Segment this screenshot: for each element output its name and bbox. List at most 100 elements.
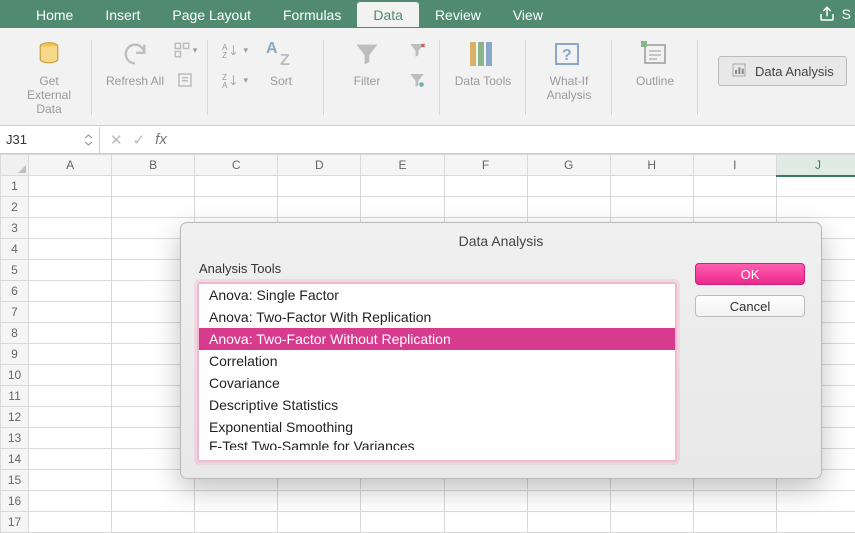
cell[interactable]: [29, 407, 112, 428]
data-tools-button[interactable]: Data Tools: [450, 34, 516, 102]
col-header-H[interactable]: H: [610, 155, 693, 176]
cell[interactable]: [610, 176, 693, 197]
properties-button[interactable]: [172, 68, 198, 92]
row-header[interactable]: 16: [1, 491, 29, 512]
cell[interactable]: [29, 260, 112, 281]
what-if-analysis-button[interactable]: ? What-If Analysis: [536, 34, 602, 102]
row-header[interactable]: 10: [1, 365, 29, 386]
get-external-data-button[interactable]: Get External Data: [16, 34, 82, 116]
analysis-tool-item[interactable]: Covariance: [199, 372, 675, 394]
row-header[interactable]: 3: [1, 218, 29, 239]
share-icon[interactable]: [818, 5, 836, 23]
advanced-filter-button[interactable]: [404, 68, 430, 92]
cell[interactable]: [29, 386, 112, 407]
cell[interactable]: [29, 302, 112, 323]
formula-input[interactable]: [177, 128, 855, 152]
cell[interactable]: [444, 512, 527, 533]
analysis-tool-item[interactable]: Anova: Single Factor: [199, 284, 675, 306]
sort-asc-button[interactable]: AZ▾: [222, 38, 248, 62]
analysis-tools-list[interactable]: Anova: Single Factor Anova: Two-Factor Wi…: [197, 282, 677, 462]
fx-icon[interactable]: fx: [155, 131, 167, 148]
analysis-tool-item[interactable]: Correlation: [199, 350, 675, 372]
cell[interactable]: [361, 512, 444, 533]
name-box[interactable]: J31: [0, 127, 100, 153]
tab-page-layout[interactable]: Page Layout: [156, 2, 267, 27]
row-header[interactable]: 15: [1, 470, 29, 491]
row-header[interactable]: 1: [1, 176, 29, 197]
cell[interactable]: [444, 491, 527, 512]
cell[interactable]: [527, 176, 610, 197]
tab-home[interactable]: Home: [20, 2, 89, 27]
col-header-B[interactable]: B: [112, 155, 195, 176]
accept-formula-icon[interactable]: ✓: [133, 131, 146, 149]
tab-formulas[interactable]: Formulas: [267, 2, 357, 27]
cell[interactable]: [527, 512, 610, 533]
name-box-stepper-icon[interactable]: [84, 133, 93, 147]
cell[interactable]: [361, 491, 444, 512]
analysis-tool-item[interactable]: Anova: Two-Factor Without Replication: [199, 328, 675, 350]
cell[interactable]: [693, 197, 776, 218]
sort-button[interactable]: AZ Sort: [248, 34, 314, 102]
cell[interactable]: [29, 281, 112, 302]
row-header[interactable]: 17: [1, 512, 29, 533]
cell[interactable]: [29, 470, 112, 491]
cell[interactable]: [112, 491, 195, 512]
outline-button[interactable]: Outline: [622, 34, 688, 102]
connections-button[interactable]: ▾: [172, 38, 198, 62]
cell[interactable]: [29, 428, 112, 449]
filter-button[interactable]: Filter: [334, 34, 400, 102]
cell[interactable]: [195, 197, 278, 218]
cell[interactable]: [195, 491, 278, 512]
col-header-J[interactable]: J: [776, 155, 855, 176]
cell[interactable]: [361, 197, 444, 218]
cell[interactable]: [112, 176, 195, 197]
cell[interactable]: [527, 491, 610, 512]
analysis-tool-item[interactable]: Exponential Smoothing: [199, 416, 675, 438]
cell[interactable]: [610, 491, 693, 512]
cell[interactable]: [29, 365, 112, 386]
refresh-all-button[interactable]: Refresh All: [102, 34, 168, 102]
ok-button[interactable]: OK: [695, 263, 805, 285]
cell[interactable]: [527, 197, 610, 218]
col-header-F[interactable]: F: [444, 155, 527, 176]
row-header[interactable]: 6: [1, 281, 29, 302]
cell[interactable]: [29, 323, 112, 344]
cell[interactable]: [776, 176, 855, 197]
cell[interactable]: [776, 197, 855, 218]
cell[interactable]: [29, 344, 112, 365]
cell[interactable]: [278, 491, 361, 512]
row-header[interactable]: 12: [1, 407, 29, 428]
cancel-formula-icon[interactable]: ✕: [110, 131, 123, 149]
cell[interactable]: [693, 491, 776, 512]
col-header-A[interactable]: A: [29, 155, 112, 176]
cell[interactable]: [693, 176, 776, 197]
cell[interactable]: [610, 197, 693, 218]
col-header-E[interactable]: E: [361, 155, 444, 176]
cell[interactable]: [776, 512, 855, 533]
cell[interactable]: [112, 197, 195, 218]
col-header-G[interactable]: G: [527, 155, 610, 176]
analysis-tool-item[interactable]: Descriptive Statistics: [199, 394, 675, 416]
cell[interactable]: [278, 176, 361, 197]
cell[interactable]: [444, 197, 527, 218]
row-header[interactable]: 14: [1, 449, 29, 470]
col-header-C[interactable]: C: [195, 155, 278, 176]
data-analysis-ribbon-button[interactable]: Data Analysis: [718, 56, 847, 86]
cell[interactable]: [29, 218, 112, 239]
cell[interactable]: [29, 512, 112, 533]
cell[interactable]: [29, 239, 112, 260]
cell[interactable]: [361, 176, 444, 197]
analysis-tool-item[interactable]: F-Test Two-Sample for Variances: [199, 438, 675, 450]
cell[interactable]: [776, 491, 855, 512]
cell[interactable]: [29, 491, 112, 512]
tab-view[interactable]: View: [497, 2, 559, 27]
cancel-button[interactable]: Cancel: [695, 295, 805, 317]
row-header[interactable]: 13: [1, 428, 29, 449]
cell[interactable]: [195, 512, 278, 533]
col-header-I[interactable]: I: [693, 155, 776, 176]
row-header[interactable]: 7: [1, 302, 29, 323]
cell[interactable]: [29, 197, 112, 218]
cell[interactable]: [444, 176, 527, 197]
row-header[interactable]: 2: [1, 197, 29, 218]
row-header[interactable]: 4: [1, 239, 29, 260]
